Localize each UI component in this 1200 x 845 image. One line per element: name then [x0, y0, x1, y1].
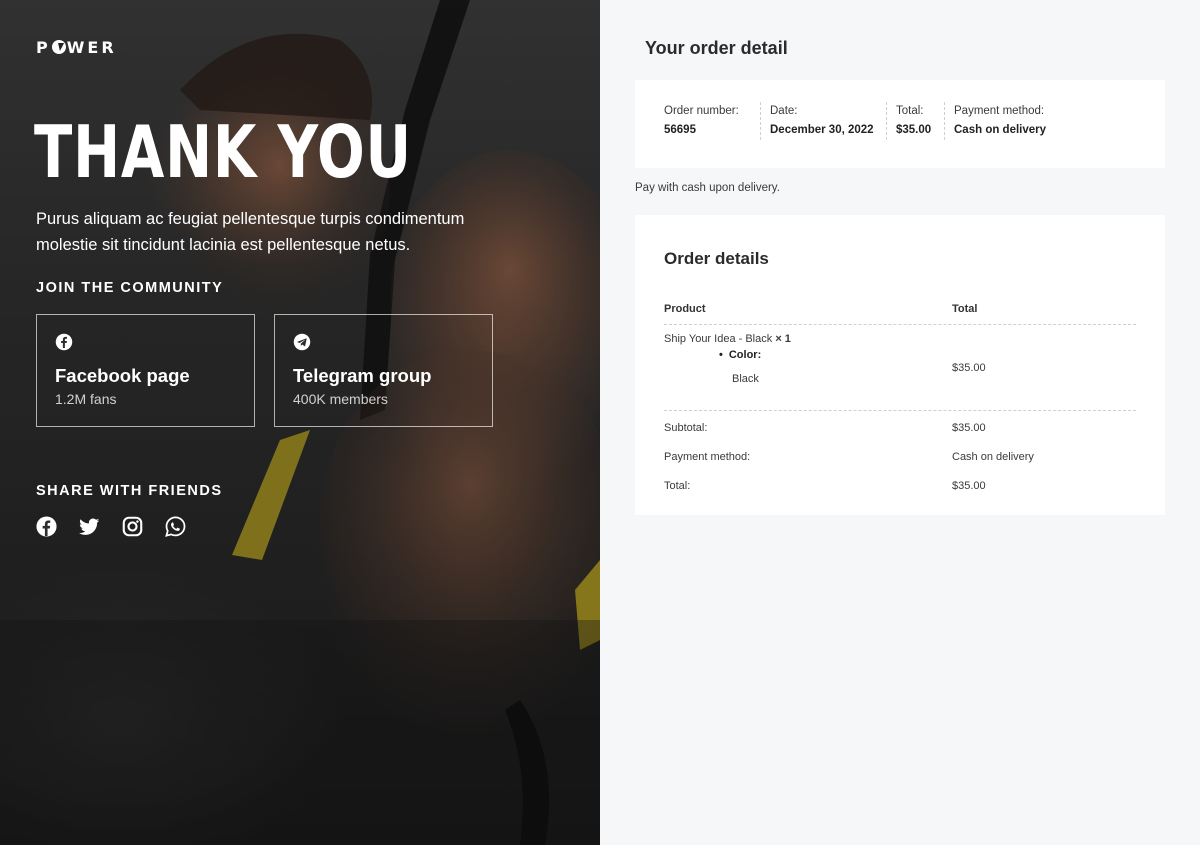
total-row: Total: $35.00 — [664, 471, 1136, 500]
column-header-product: Product — [664, 303, 706, 315]
instagram-icon[interactable] — [122, 516, 143, 537]
twitter-icon[interactable] — [79, 516, 100, 537]
product-cell: Ship Your Idea - Black × 1 — [664, 333, 791, 345]
facebook-icon[interactable] — [36, 516, 57, 537]
table-header: Product Total — [664, 299, 1136, 325]
order-details-title: Order details — [664, 249, 769, 268]
order-date: Date: December 30, 2022 — [760, 102, 886, 140]
subtotal-row: Subtotal: $35.00 — [664, 413, 1136, 442]
card-subtitle: 400K members — [293, 391, 388, 407]
meta-color-key: Color: — [719, 349, 761, 361]
payment-method-value: Cash on delivery — [954, 124, 1047, 136]
order-date-value: December 30, 2022 — [770, 124, 874, 136]
card-subtitle: 1.2M fans — [55, 391, 117, 407]
hero-lead-text: Purus aliquam ac feugiat pellentesque tu… — [36, 210, 465, 254]
product-meta: Color: Black — [719, 349, 761, 385]
payment-note: Pay with cash upon delivery. — [635, 182, 780, 194]
product-quantity: × 1 — [775, 333, 791, 345]
payment-method-row: Payment method: Cash on delivery — [664, 442, 1136, 471]
product-total: $35.00 — [952, 362, 986, 374]
total-row-value: $35.00 — [952, 480, 986, 492]
order-details-table: Product Total Ship Your Idea - Black × 1… — [664, 299, 1136, 500]
order-total-label: Total: — [896, 105, 924, 117]
payment-method-label: Payment method: — [954, 105, 1045, 117]
share-with-friends-label: SHARE WITH FRIENDS — [36, 483, 223, 499]
order-date-label: Date: — [770, 105, 798, 117]
order-detail-title: Your order detail — [645, 38, 788, 58]
order-panel: Your order detail Order number: 56695 Da… — [600, 0, 1200, 845]
order-total: Total: $35.00 — [886, 102, 944, 140]
whatsapp-icon[interactable] — [165, 516, 186, 537]
table-row: Ship Your Idea - Black × 1 Color: Black … — [664, 325, 1136, 411]
payment-row-label: Payment method: — [664, 451, 751, 463]
order-number-value: 56695 — [664, 124, 696, 136]
order-number-label: Order number: — [664, 105, 739, 117]
telegram-icon — [293, 333, 311, 351]
brand-logo[interactable]: P WER — [36, 38, 117, 57]
thank-you-heading: THANK YOU — [34, 110, 412, 194]
total-row-label: Total: — [664, 480, 691, 492]
facebook-icon — [55, 333, 73, 351]
meta-color-value: Black — [732, 373, 759, 385]
payment-row-value: Cash on delivery — [952, 451, 1034, 463]
order-total-value: $35.00 — [896, 124, 932, 136]
order-number: Order number: 56695 — [664, 102, 760, 140]
hero-panel: P WER THANK YOU Purus aliquam ac feugiat … — [0, 0, 600, 845]
subtotal-label: Subtotal: — [664, 422, 708, 434]
order-payment-method: Payment method: Cash on delivery — [944, 102, 1064, 140]
card-title: Facebook page — [55, 365, 190, 386]
order-overview: Order number: 56695 Date: December 30, 2… — [635, 80, 1165, 168]
join-community-label: JOIN THE COMMUNITY — [36, 280, 224, 296]
logo-letters: WER — [66, 38, 117, 57]
column-header-total: Total — [952, 303, 978, 315]
subtotal-value: $35.00 — [952, 422, 986, 434]
telegram-group-card[interactable]: Telegram group 400K members — [274, 314, 493, 427]
card-title: Telegram group — [293, 365, 432, 386]
facebook-page-card[interactable]: Facebook page 1.2M fans — [36, 314, 255, 427]
logo-bolt-icon — [51, 40, 66, 54]
order-details-box: Order details Product Total Ship Your Id… — [635, 215, 1165, 515]
share-icons-row — [36, 516, 186, 537]
product-name-link[interactable]: Ship Your Idea - Black — [664, 333, 772, 345]
logo-letter-p: P — [36, 38, 51, 57]
